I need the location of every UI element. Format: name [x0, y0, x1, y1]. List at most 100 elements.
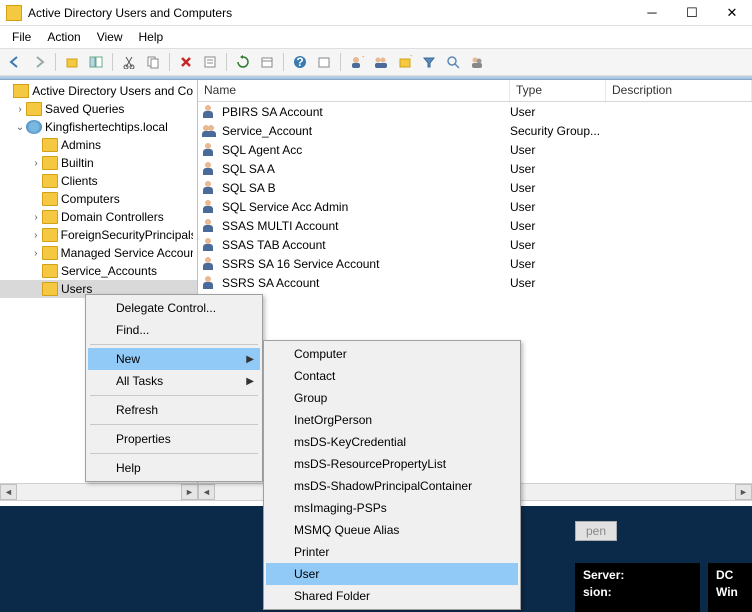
- submenu-arrow-icon: ▶: [246, 354, 254, 365]
- window-title: Active Directory Users and Computers: [28, 6, 632, 20]
- expander-icon[interactable]: ›: [30, 212, 42, 223]
- folder-icon: [42, 246, 58, 260]
- search-button[interactable]: [442, 51, 464, 73]
- ctx-new-msmq-queue-alias[interactable]: MSMQ Queue Alias: [266, 519, 518, 541]
- cell-name: SQL Service Acc Admin: [222, 200, 510, 214]
- background-label-server: Server:sion:: [575, 563, 700, 612]
- minimize-button[interactable]: ─: [632, 0, 672, 26]
- user-icon: [202, 275, 218, 291]
- filter-button[interactable]: [418, 51, 440, 73]
- column-type[interactable]: Type: [510, 80, 606, 101]
- new-group-button[interactable]: [370, 51, 392, 73]
- list-item[interactable]: SSRS SA AccountUser: [198, 273, 752, 292]
- column-name[interactable]: Name: [198, 80, 510, 101]
- title-bar: Active Directory Users and Computers ─ ☐…: [0, 0, 752, 26]
- scroll-left-icon[interactable]: ◄: [0, 484, 17, 500]
- tree-node-service-accounts[interactable]: Service_Accounts: [0, 262, 197, 280]
- ctx-find[interactable]: Find...: [88, 319, 260, 341]
- ctx-new-contact[interactable]: Contact: [266, 365, 518, 387]
- ctx-new-inetorgperson[interactable]: InetOrgPerson: [266, 409, 518, 431]
- cell-name: SSRS SA 16 Service Account: [222, 257, 510, 271]
- new-ou-button[interactable]: ✦: [394, 51, 416, 73]
- ctx-new-group[interactable]: Group: [266, 387, 518, 409]
- up-button[interactable]: [61, 51, 83, 73]
- tree-node-computers[interactable]: Computers: [0, 190, 197, 208]
- new-user-button[interactable]: ✦: [346, 51, 368, 73]
- ctx-new-computer[interactable]: Computer: [266, 343, 518, 365]
- ctx-all-tasks[interactable]: All Tasks▶: [88, 370, 260, 392]
- properties-button[interactable]: [199, 51, 221, 73]
- show-hide-tree-button[interactable]: [85, 51, 107, 73]
- back-button[interactable]: [4, 51, 26, 73]
- ctx-properties[interactable]: Properties: [88, 428, 260, 450]
- background-label-dc: DCWin: [708, 563, 752, 612]
- copy-button[interactable]: [142, 51, 164, 73]
- refresh-button[interactable]: [232, 51, 254, 73]
- cell-name: SSAS MULTI Account: [222, 219, 510, 233]
- tree-node-managed-service[interactable]: › Managed Service Accoun: [0, 244, 197, 262]
- cell-name: SQL Agent Acc: [222, 143, 510, 157]
- context-submenu-new: ComputerContactGroupInetOrgPersonmsDS-Ke…: [263, 340, 521, 610]
- submenu-arrow-icon: ▶: [246, 376, 254, 387]
- tree-node-clients[interactable]: Clients: [0, 172, 197, 190]
- list-item[interactable]: SSAS MULTI AccountUser: [198, 216, 752, 235]
- expander-icon[interactable]: ›: [30, 230, 42, 241]
- list-item[interactable]: SSRS SA 16 Service AccountUser: [198, 254, 752, 273]
- ctx-refresh[interactable]: Refresh: [88, 399, 260, 421]
- close-button[interactable]: ✕: [712, 0, 752, 26]
- ctx-delegate-control[interactable]: Delegate Control...: [88, 297, 260, 319]
- cell-name: PBIRS SA Account: [222, 105, 510, 119]
- context-menu: Delegate Control... Find... New▶ All Tas…: [85, 294, 263, 482]
- list-item[interactable]: SQL Service Acc AdminUser: [198, 197, 752, 216]
- scroll-right-icon[interactable]: ►: [181, 484, 198, 500]
- delete-button[interactable]: [175, 51, 197, 73]
- list-item[interactable]: PBIRS SA AccountUser: [198, 102, 752, 121]
- scroll-right-icon[interactable]: ►: [735, 484, 752, 500]
- list-item[interactable]: SQL SA AUser: [198, 159, 752, 178]
- ctx-new-msds-shadowprincipalcontainer[interactable]: msDS-ShadowPrincipalContainer: [266, 475, 518, 497]
- cut-button[interactable]: [118, 51, 140, 73]
- cell-name: SSRS SA Account: [222, 276, 510, 290]
- tree-domain[interactable]: ⌄ Kingfishertechtips.local: [0, 118, 197, 136]
- expander-icon[interactable]: ›: [30, 158, 42, 169]
- list-item[interactable]: SQL SA BUser: [198, 178, 752, 197]
- ctx-new-user[interactable]: User: [266, 563, 518, 585]
- find-button[interactable]: [313, 51, 335, 73]
- maximize-button[interactable]: ☐: [672, 0, 712, 26]
- menu-action[interactable]: Action: [39, 28, 88, 46]
- tree-node-admins[interactable]: Admins: [0, 136, 197, 154]
- tree-node-domain-controllers[interactable]: › Domain Controllers: [0, 208, 197, 226]
- ctx-new-msds-keycredential[interactable]: msDS-KeyCredential: [266, 431, 518, 453]
- tree-hscroll[interactable]: ◄ ►: [0, 483, 198, 500]
- folder-icon: [26, 102, 42, 116]
- user-icon: [202, 199, 218, 215]
- menu-help[interactable]: Help: [131, 28, 172, 46]
- tree-root[interactable]: Active Directory Users and Com: [0, 82, 197, 100]
- tree-saved-queries[interactable]: › Saved Queries: [0, 100, 197, 118]
- forward-button[interactable]: [28, 51, 50, 73]
- add-to-group-button[interactable]: [466, 51, 488, 73]
- list-item[interactable]: Service_AccountSecurity Group...: [198, 121, 752, 140]
- toolbar: ? ✦ ✦: [0, 48, 752, 76]
- list-item[interactable]: SQL Agent AccUser: [198, 140, 752, 159]
- ctx-new-msimaging-psps[interactable]: msImaging-PSPs: [266, 497, 518, 519]
- ctx-new-printer[interactable]: Printer: [266, 541, 518, 563]
- expander-icon[interactable]: ›: [14, 104, 26, 115]
- ctx-new-msds-resourcepropertylist[interactable]: msDS-ResourcePropertyList: [266, 453, 518, 475]
- background-open-button: pen: [575, 521, 617, 541]
- scroll-left-icon[interactable]: ◄: [198, 484, 215, 500]
- cell-type: User: [510, 105, 606, 119]
- ctx-new-shared-folder[interactable]: Shared Folder: [266, 585, 518, 607]
- menu-file[interactable]: File: [4, 28, 39, 46]
- menu-view[interactable]: View: [89, 28, 131, 46]
- ctx-new[interactable]: New▶: [88, 348, 260, 370]
- export-button[interactable]: [256, 51, 278, 73]
- ctx-help[interactable]: Help: [88, 457, 260, 479]
- column-description[interactable]: Description: [606, 80, 752, 101]
- tree-node-builtin[interactable]: › Builtin: [0, 154, 197, 172]
- expander-icon[interactable]: ›: [30, 248, 42, 259]
- tree-node-foreign-security[interactable]: › ForeignSecurityPrincipals: [0, 226, 197, 244]
- help-button[interactable]: ?: [289, 51, 311, 73]
- list-item[interactable]: SSAS TAB AccountUser: [198, 235, 752, 254]
- expander-icon[interactable]: ⌄: [14, 122, 26, 133]
